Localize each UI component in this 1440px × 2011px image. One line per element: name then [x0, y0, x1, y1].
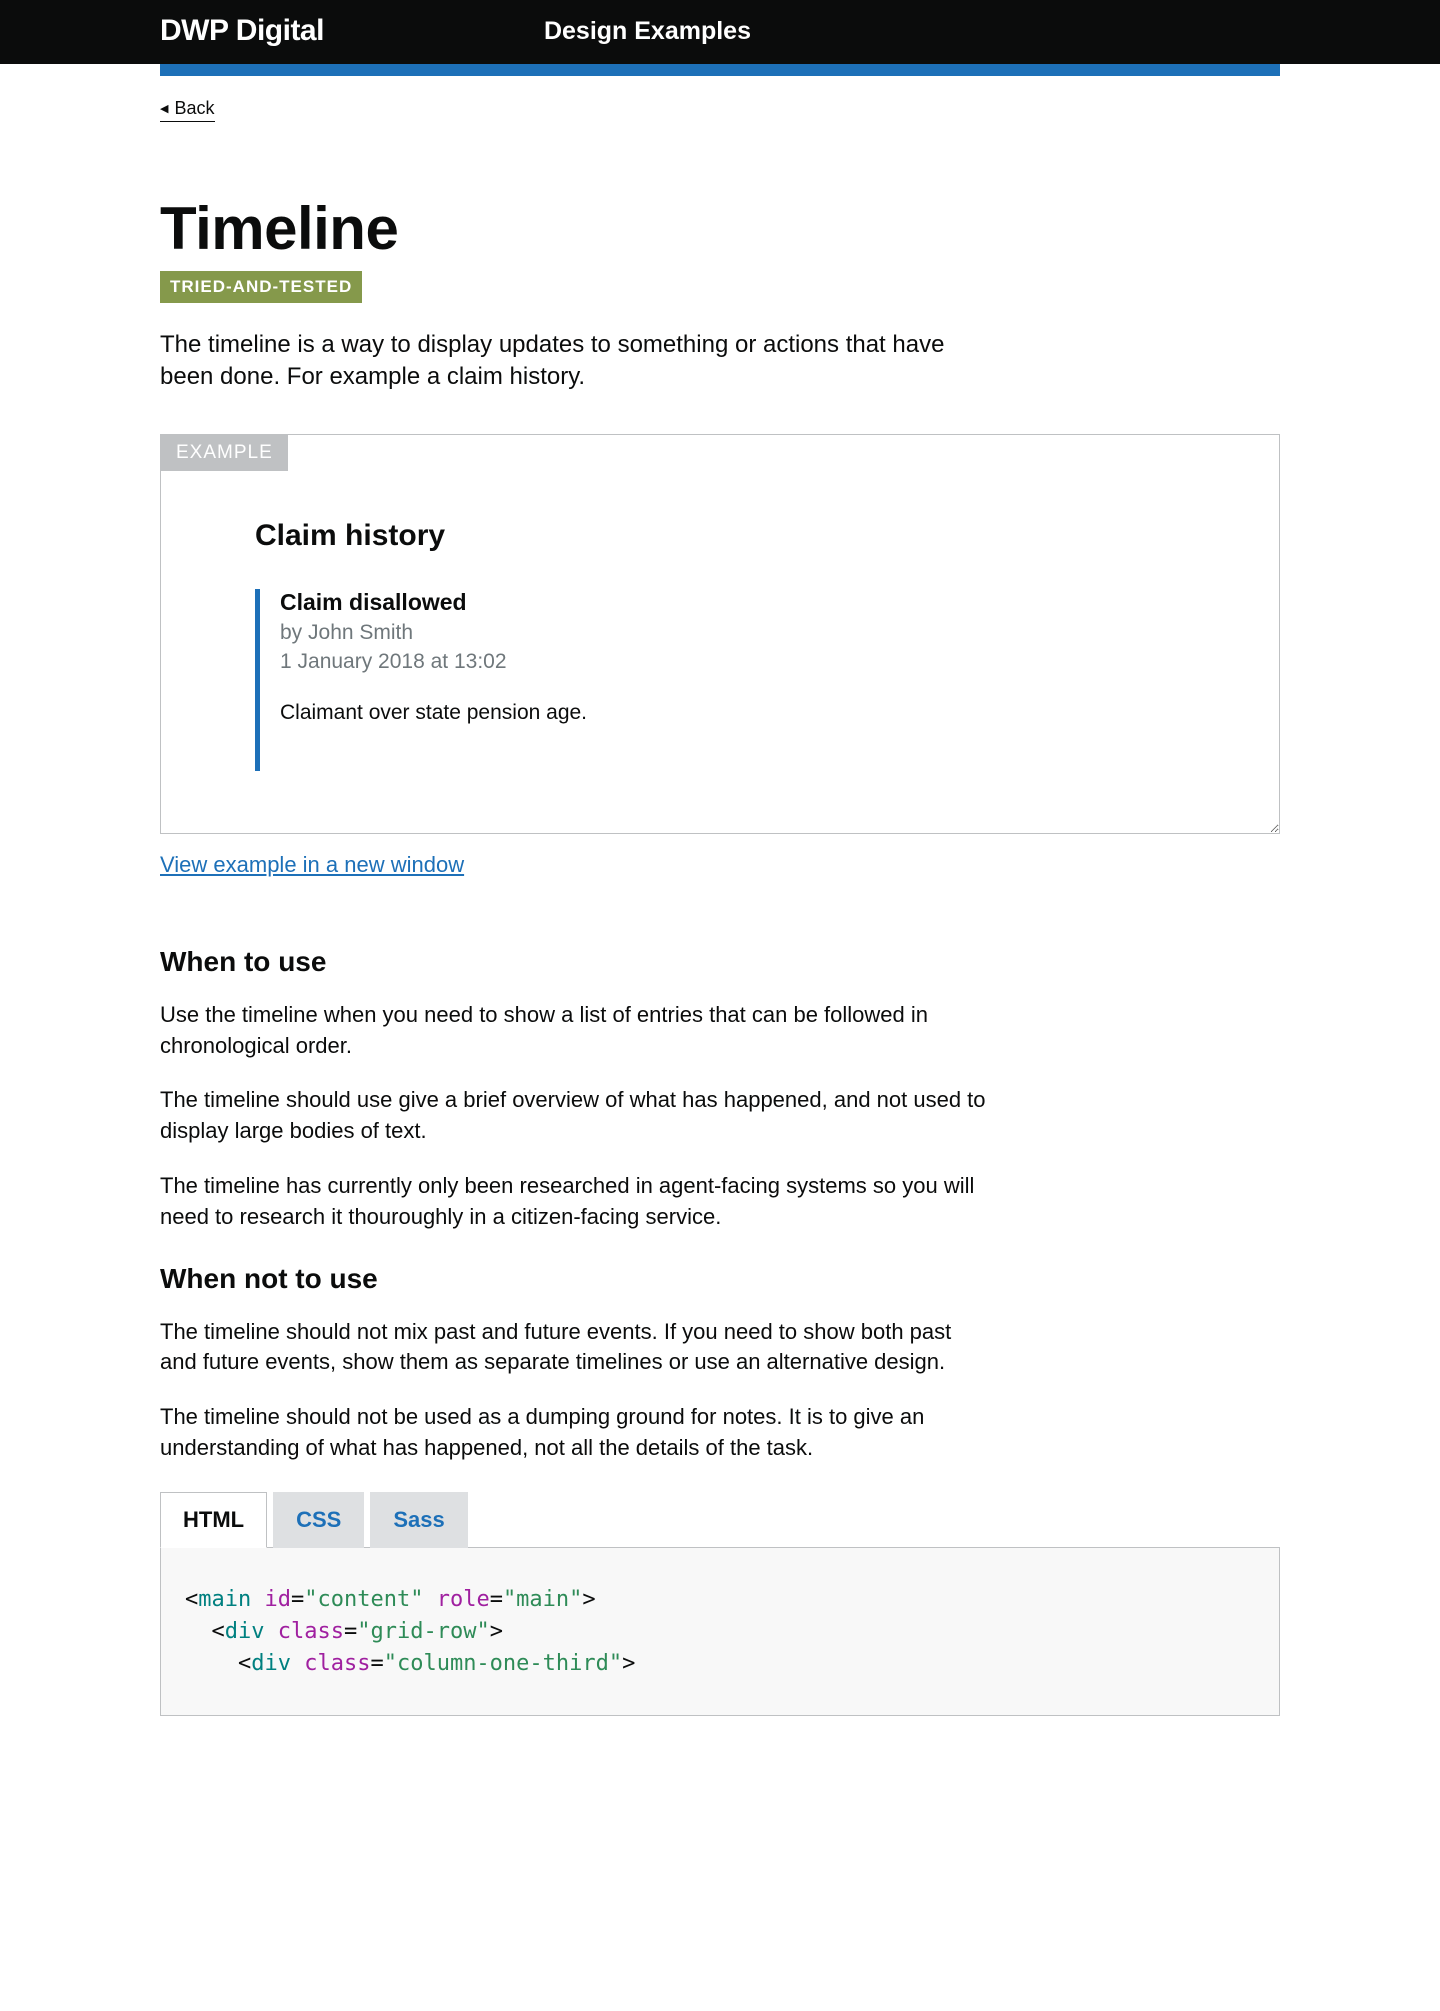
when-to-use-para-2: The timeline should use give a brief ove…: [160, 1085, 990, 1147]
intro-paragraph: The timeline is a way to display updates…: [160, 329, 950, 394]
tab-css[interactable]: CSS: [273, 1492, 364, 1548]
timeline-entry-datetime: 1 January 2018 at 13:02: [280, 647, 595, 676]
code-panel: <main id="content" role="main"> <div cla…: [160, 1547, 1280, 1717]
timeline-entry-title: Claim disallowed: [280, 589, 595, 616]
example-label: EXAMPLE: [161, 435, 288, 471]
when-not-to-use-heading: When not to use: [160, 1263, 1280, 1295]
when-not-para-2: The timeline should not be used as a dum…: [160, 1402, 990, 1464]
tab-html[interactable]: HTML: [160, 1492, 267, 1548]
when-to-use-para-3: The timeline has currently only been res…: [160, 1171, 990, 1233]
page-title: Timeline: [160, 194, 1280, 263]
when-to-use-heading: When to use: [160, 946, 1280, 978]
header-bottom-bar: [160, 64, 1280, 76]
timeline-entry-body: Claimant over state pension age.: [280, 699, 595, 727]
back-link[interactable]: Back: [160, 98, 215, 122]
site-header: DWP Digital Design Examples: [0, 0, 1440, 64]
code-tabs: HTML CSS Sass: [160, 1492, 1280, 1548]
timeline-entry: Claim disallowed by John Smith 1 January…: [255, 589, 595, 771]
when-to-use-para-1: Use the timeline when you need to show a…: [160, 1000, 990, 1062]
when-not-para-1: The timeline should not mix past and fut…: [160, 1317, 990, 1379]
code-block: <main id="content" role="main"> <div cla…: [185, 1584, 1255, 1680]
header-service-name[interactable]: Design Examples: [544, 17, 751, 46]
example-box: EXAMPLE Claim history Claim disallowed b…: [160, 434, 1280, 834]
tab-sass[interactable]: Sass: [370, 1492, 467, 1548]
phase-tag: TRIED-AND-TESTED: [160, 271, 362, 303]
view-example-link[interactable]: View example in a new window: [160, 852, 464, 878]
site-logo: DWP Digital: [160, 14, 324, 48]
example-heading: Claim history: [255, 519, 1185, 553]
timeline-entry-author: by John Smith: [280, 618, 595, 647]
